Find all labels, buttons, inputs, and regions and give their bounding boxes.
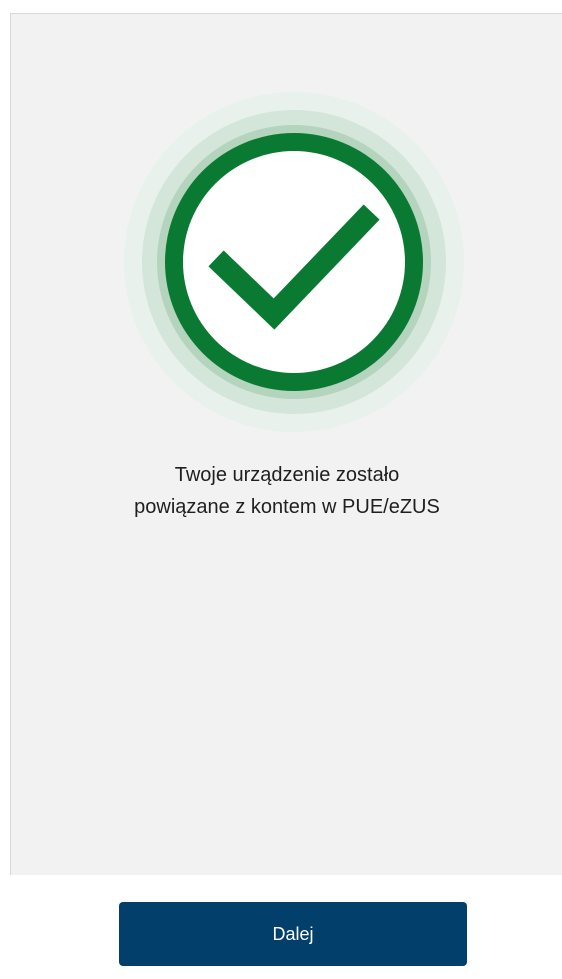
success-message: Twoje urządzenie zostało powiązane z kon… (11, 459, 562, 523)
content-area: Twoje urządzenie zostało powiązane z kon… (10, 13, 562, 875)
success-message-line-1: Twoje urządzenie zostało (174, 464, 400, 486)
check-circle-icon (124, 92, 464, 432)
success-graphic (124, 92, 464, 432)
success-message-line-2: powiązane z kontem w PUE/eZUS (134, 496, 440, 518)
next-button[interactable]: Dalej (119, 902, 467, 966)
footer: Dalej (0, 875, 562, 979)
